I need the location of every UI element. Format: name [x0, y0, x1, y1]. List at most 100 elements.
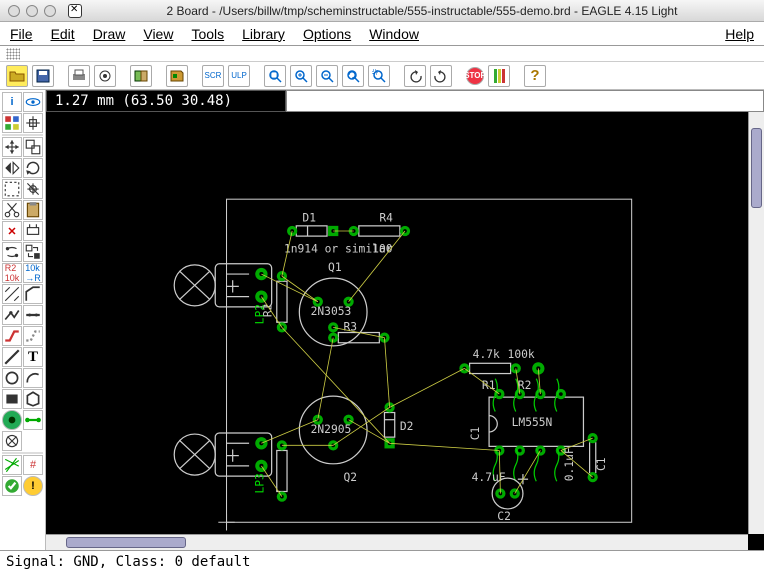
paste-tool[interactable] — [23, 200, 43, 220]
go-button[interactable] — [488, 65, 510, 87]
svg-text:Q2: Q2 — [343, 471, 357, 484]
command-input[interactable] — [286, 90, 764, 112]
menu-help[interactable]: Help — [725, 26, 754, 42]
signal-tool[interactable] — [23, 410, 43, 430]
zoom-out-button[interactable] — [316, 65, 338, 87]
help-button[interactable]: ? — [524, 65, 546, 87]
horizontal-scrollbar[interactable] — [46, 534, 748, 550]
mark-tool[interactable] — [23, 113, 43, 133]
circle-tool[interactable] — [2, 368, 22, 388]
svg-text:4.7uF: 4.7uF — [472, 471, 506, 484]
left-tool-palette: i ✕ R210k 10k→R T — [0, 90, 46, 550]
menu-window[interactable]: Window — [369, 26, 419, 42]
group-tool[interactable] — [2, 179, 22, 199]
titlebar: 2 Board - /Users/billw/tmp/scheminstruct… — [0, 0, 764, 22]
ulp-button[interactable]: ULP — [228, 65, 250, 87]
svg-text:2N3053: 2N3053 — [311, 305, 352, 318]
menu-file[interactable]: File — [10, 26, 33, 42]
open-button[interactable] — [6, 65, 28, 87]
board-schematic-button[interactable] — [130, 65, 152, 87]
menubar: File Edit Draw View Tools Library Option… — [0, 22, 764, 46]
grid-visible-icon[interactable] — [6, 48, 20, 60]
cam-button[interactable] — [94, 65, 116, 87]
menu-library[interactable]: Library — [242, 26, 285, 42]
menu-draw[interactable]: Draw — [93, 26, 126, 42]
undo-button[interactable] — [404, 65, 426, 87]
zoom-select-button[interactable] — [368, 65, 390, 87]
move-tool[interactable] — [2, 137, 22, 157]
minimize-window-button[interactable] — [26, 5, 38, 17]
name-tool[interactable]: 10k→R — [23, 263, 43, 283]
ratsnest-tool[interactable] — [2, 455, 22, 475]
svg-text:C1: C1 — [469, 426, 482, 440]
wire-tool[interactable] — [2, 347, 22, 367]
split-tool[interactable] — [2, 305, 22, 325]
hole-tool[interactable] — [2, 431, 22, 451]
svg-text:4.7k: 4.7k — [473, 348, 500, 361]
stop-button[interactable]: STOP — [466, 67, 484, 85]
menu-tools[interactable]: Tools — [191, 26, 224, 42]
lock-tool[interactable]: R210k — [2, 263, 22, 283]
display-tool[interactable] — [2, 113, 22, 133]
auto-tool[interactable]: # — [23, 455, 43, 475]
polygon-tool[interactable] — [23, 389, 43, 409]
svg-text:0.1uF: 0.1uF — [563, 447, 576, 481]
rotate-tool[interactable] — [23, 158, 43, 178]
replace-tool[interactable] — [23, 242, 43, 262]
svg-text:R4: R4 — [379, 212, 393, 225]
svg-text:D2: D2 — [400, 420, 414, 433]
svg-text:100: 100 — [372, 243, 393, 256]
svg-text:D1: D1 — [302, 212, 316, 225]
text-tool[interactable]: T — [23, 347, 43, 367]
close-window-button[interactable] — [8, 5, 20, 17]
erc-tool[interactable] — [2, 476, 22, 496]
rect-tool[interactable] — [2, 389, 22, 409]
zoom-redraw-button[interactable] — [342, 65, 364, 87]
menu-edit[interactable]: Edit — [51, 26, 75, 42]
svg-text:100k: 100k — [508, 348, 535, 361]
save-button[interactable] — [32, 65, 54, 87]
print-button[interactable] — [68, 65, 90, 87]
info-tool[interactable]: i — [2, 92, 22, 112]
cut-tool[interactable] — [2, 200, 22, 220]
vertical-scrollbar[interactable] — [748, 112, 764, 534]
add-tool[interactable] — [23, 221, 43, 241]
zoom-in-button[interactable] — [290, 65, 312, 87]
errors-tool[interactable]: ! — [23, 476, 43, 496]
change-tool[interactable] — [23, 179, 43, 199]
svg-text:LP3: LP3 — [253, 473, 266, 493]
show-tool[interactable] — [23, 92, 43, 112]
svg-text:Q1: Q1 — [328, 261, 342, 274]
arc-tool[interactable] — [23, 368, 43, 388]
coordinate-display: 1.27 mm (63.50 30.48) — [46, 90, 286, 112]
ripup-tool[interactable] — [23, 326, 43, 346]
work-area: i ✕ R210k 10k→R T — [0, 90, 764, 550]
toolbar-grid-row — [0, 46, 764, 62]
svg-text:LP2: LP2 — [253, 304, 266, 324]
main-toolbar: SCR ULP STOP ? — [0, 62, 764, 90]
mirror-tool[interactable] — [2, 158, 22, 178]
document-close-button[interactable] — [68, 4, 82, 18]
coordinate-row: 1.27 mm (63.50 30.48) — [46, 90, 764, 112]
via-tool[interactable] — [2, 410, 22, 430]
menu-options[interactable]: Options — [303, 26, 351, 42]
board-canvas[interactable]: D1 1n914 or similar R4 100 Q1 2N30 — [46, 112, 764, 550]
svg-text:C2: C2 — [497, 510, 511, 523]
smash-tool[interactable] — [2, 284, 22, 304]
redo-button[interactable] — [430, 65, 452, 87]
copy-tool[interactable] — [23, 137, 43, 157]
svg-text:2N2905: 2N2905 — [311, 423, 352, 436]
svg-text:C1: C1 — [595, 457, 608, 471]
route-tool[interactable] — [2, 326, 22, 346]
miter-tool[interactable] — [23, 284, 43, 304]
optimize-tool[interactable] — [23, 305, 43, 325]
zoom-window-button[interactable] — [44, 5, 56, 17]
window-title: 2 Board - /Users/billw/tmp/scheminstruct… — [88, 4, 756, 18]
script-button[interactable]: SCR — [202, 65, 224, 87]
delete-tool[interactable]: ✕ — [2, 221, 22, 241]
svg-text:LM555N: LM555N — [512, 416, 553, 429]
library-button[interactable] — [166, 65, 188, 87]
menu-view[interactable]: View — [143, 26, 173, 42]
zoom-fit-button[interactable] — [264, 65, 286, 87]
pinswap-tool[interactable] — [2, 242, 22, 262]
